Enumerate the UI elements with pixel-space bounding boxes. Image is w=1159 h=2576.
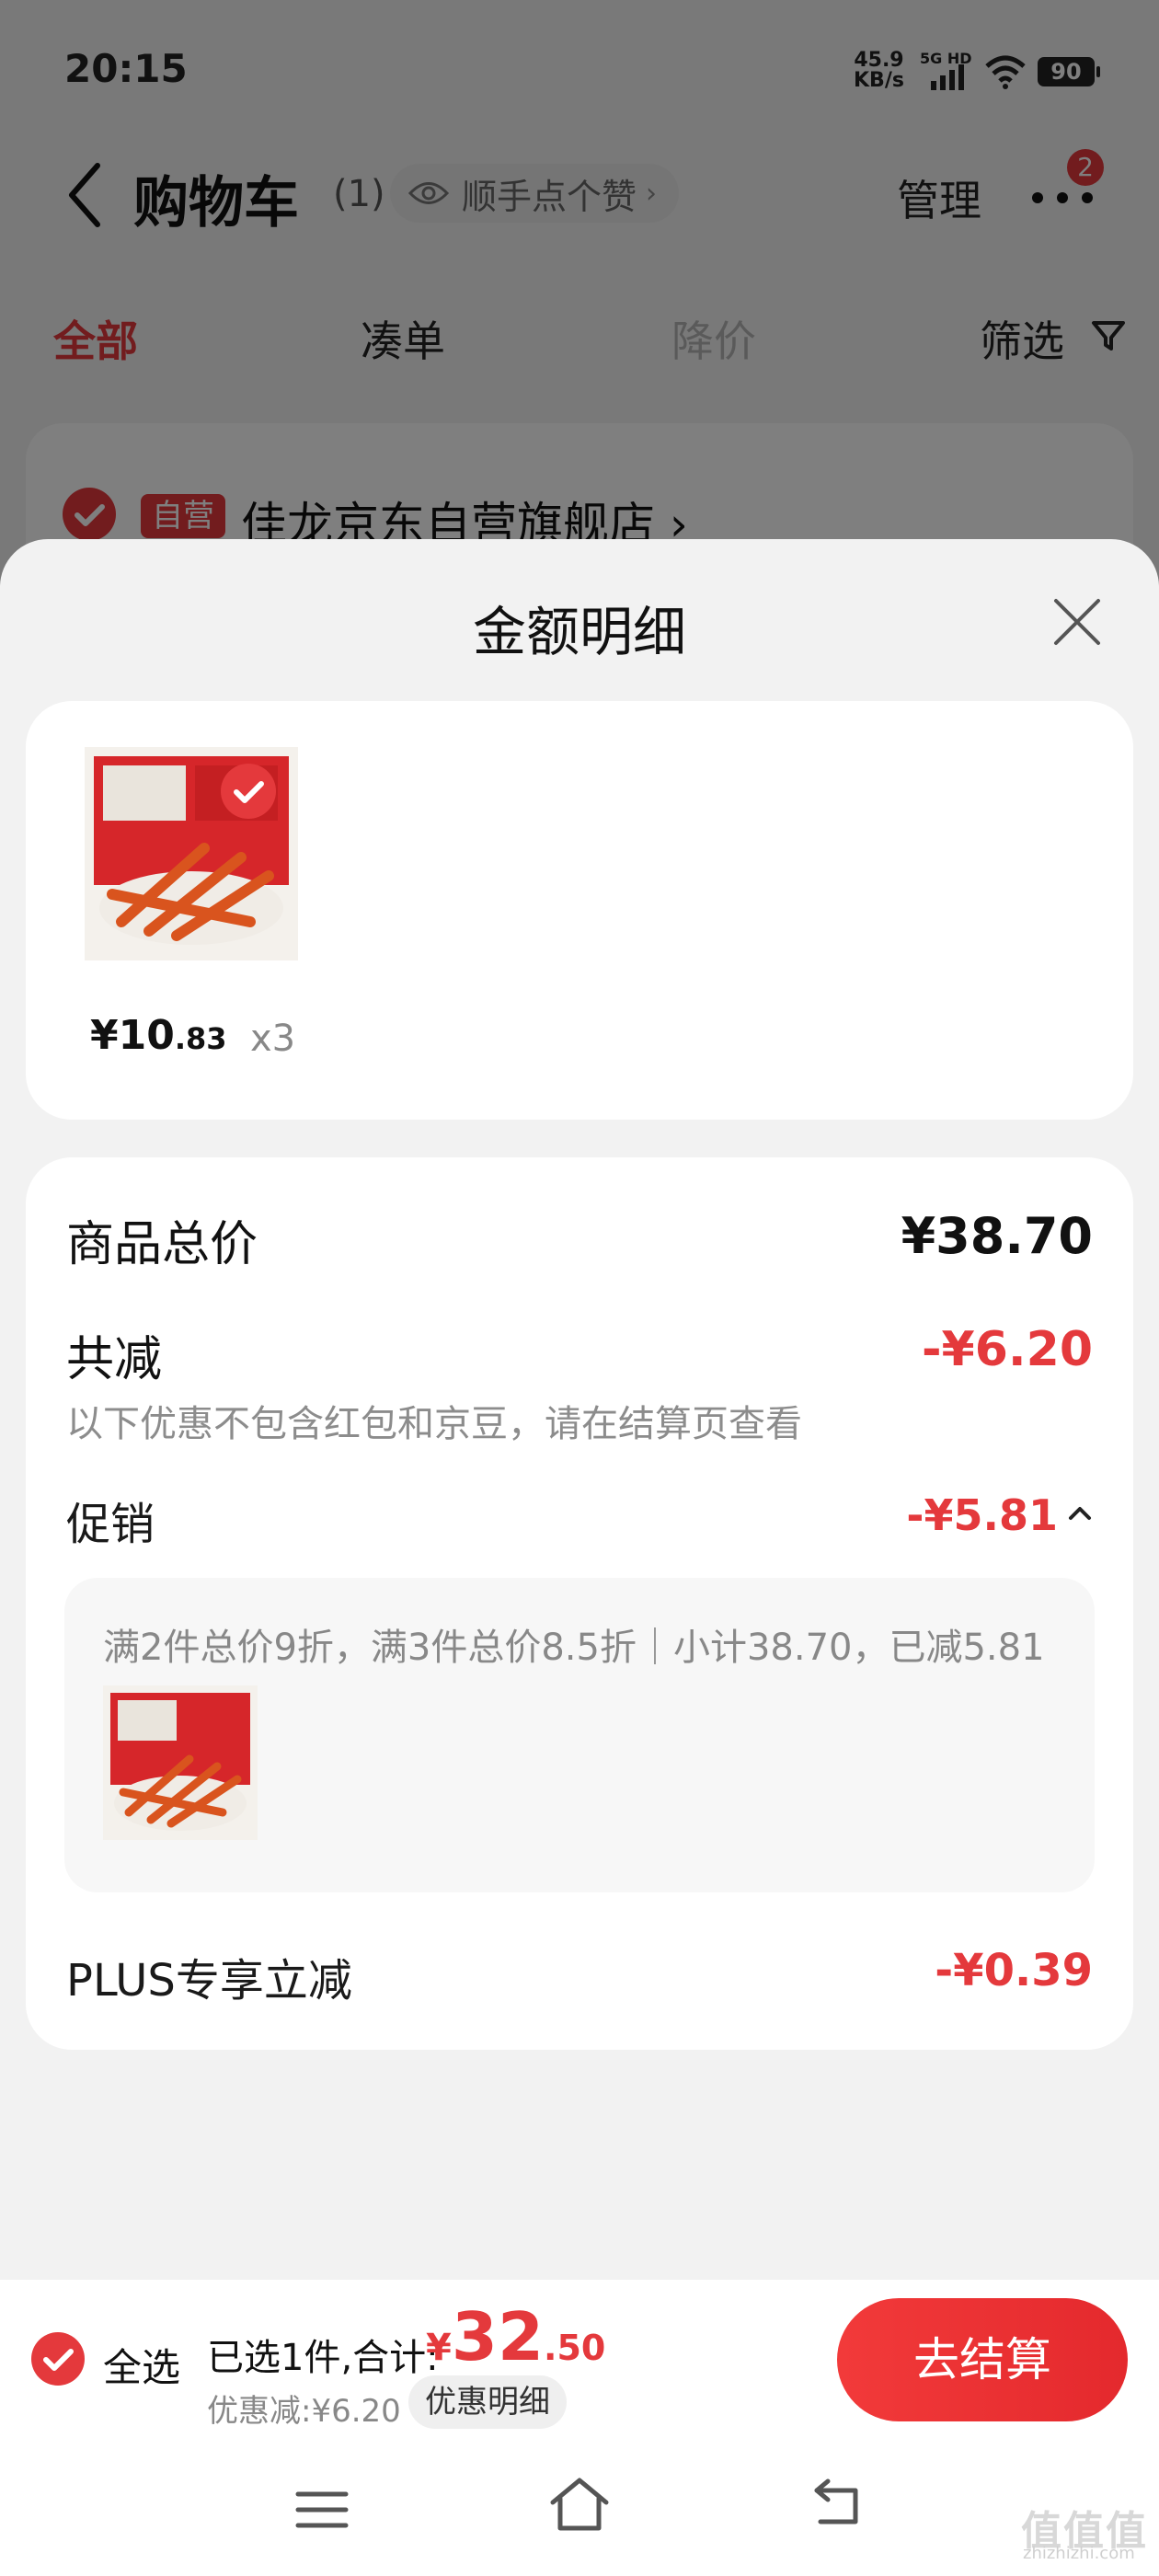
home-icon[interactable]	[547, 2475, 612, 2534]
product-check-icon	[221, 764, 276, 819]
total-amount-yen: ¥	[426, 2327, 452, 2369]
total-reduction-value: -¥6.20	[921, 1322, 1093, 1377]
promotion-label: 促销	[66, 1499, 155, 1550]
sheet-title: 金额明细	[472, 601, 686, 663]
plus-discount-value: -¥0.39	[935, 1945, 1093, 1996]
total-amount: ¥32.50	[426, 2298, 605, 2375]
close-icon[interactable]	[1049, 593, 1106, 650]
product-price: ¥10.83	[90, 1012, 227, 1059]
plus-discount-label: PLUS专享立减	[66, 1955, 352, 2007]
back-nav-icon[interactable]	[809, 2478, 865, 2529]
total-amount-int: 32	[451, 2298, 545, 2375]
chevron-up-icon[interactable]	[1065, 1498, 1095, 1527]
product-price-dec: .83	[174, 1021, 227, 1056]
select-all-label[interactable]: 全选	[103, 2337, 180, 2393]
selected-total-label: 已选1件,合计:	[207, 2337, 439, 2379]
watermark-url: zhizhizhi.com	[1023, 2544, 1135, 2563]
product-price-int: ¥10	[90, 1012, 175, 1059]
promotion-description: 满2件总价9折，满3件总价8.5折｜小计38.70，已减5.81	[103, 1627, 1045, 1669]
discount-amount: 优惠减:¥6.20	[207, 2393, 401, 2430]
checkout-button[interactable]: 去结算	[837, 2298, 1128, 2421]
promotion-product-image	[103, 1685, 258, 1840]
reduction-note: 以下优惠不包含红包和京豆，请在结算页查看	[66, 1403, 802, 1445]
product-quantity: x3	[250, 1018, 296, 1060]
select-all-check-icon[interactable]	[31, 2332, 85, 2386]
promotion-value[interactable]: -¥5.81	[906, 1490, 1058, 1540]
total-price-value: ¥38.70	[901, 1207, 1093, 1265]
total-amount-dec: .50	[544, 2328, 606, 2368]
menu-icon[interactable]	[294, 2487, 350, 2533]
discount-detail-button[interactable]: 优惠明细	[408, 2375, 567, 2429]
total-price-label: 商品总价	[66, 1217, 258, 1272]
total-reduction-label: 共减	[66, 1332, 163, 1387]
